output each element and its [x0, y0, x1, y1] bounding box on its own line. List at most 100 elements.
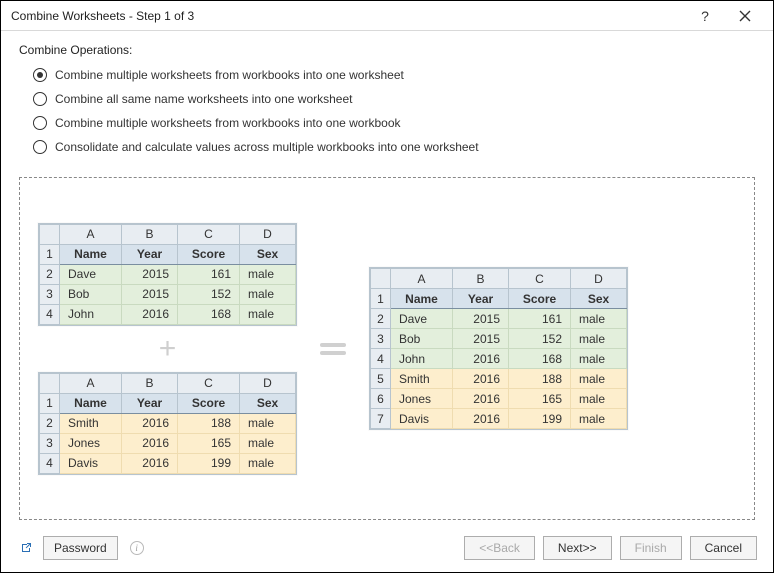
back-button: <<Back [464, 536, 535, 560]
cell: 161 [178, 264, 240, 284]
cell: 2016 [122, 413, 178, 433]
equals-icon [303, 343, 363, 355]
radio-group: Combine multiple worksheets from workboo… [33, 63, 755, 159]
table-header: Score [509, 289, 571, 309]
radio-option-3[interactable]: Consolidate and calculate values across … [33, 135, 755, 159]
close-button[interactable] [725, 2, 765, 30]
cell: 152 [509, 329, 571, 349]
preview-panel: ABCD1NameYearScoreSex2Dave2015161male3Bo… [19, 177, 755, 520]
table-header: Year [122, 393, 178, 413]
section-label: Combine Operations: [19, 43, 755, 57]
table-row: 4John2016168male [40, 304, 296, 324]
table-row: 2Smith2016188male [40, 413, 296, 433]
table-header: Name [60, 393, 122, 413]
cell: 188 [178, 413, 240, 433]
table-row: 3Bob2015152male [371, 329, 627, 349]
left-stack: ABCD1NameYearScoreSex2Dave2015161male3Bo… [38, 223, 297, 475]
table-header: Sex [571, 289, 627, 309]
help-button[interactable]: ? [685, 2, 725, 30]
cell: Jones [391, 389, 453, 409]
col-header: D [240, 224, 296, 244]
radio-option-0[interactable]: Combine multiple worksheets from workboo… [33, 63, 755, 87]
radio-label: Combine multiple worksheets from workboo… [55, 68, 404, 82]
cell: male [571, 369, 627, 389]
table-header: Sex [240, 393, 296, 413]
table-row: 5Smith2016188male [371, 369, 627, 389]
password-button[interactable]: Password [43, 536, 118, 560]
content-area: Combine Operations: Combine multiple wor… [1, 31, 773, 528]
cell: John [60, 304, 122, 324]
source-sheet-1: ABCD1NameYearScoreSex2Dave2015161male3Bo… [38, 223, 297, 326]
cell: male [240, 453, 296, 473]
cell: 168 [178, 304, 240, 324]
table-row: 3Bob2015152male [40, 284, 296, 304]
cell: 165 [178, 433, 240, 453]
cell: Dave [391, 309, 453, 329]
table-header: Score [178, 244, 240, 264]
col-header: D [571, 269, 627, 289]
cell: 2016 [122, 304, 178, 324]
cell: male [571, 389, 627, 409]
radio-indicator [33, 140, 47, 154]
result-sheet: ABCD1NameYearScoreSex2Dave2015161male3Bo… [369, 267, 628, 430]
cell: John [391, 349, 453, 369]
cell: Dave [60, 264, 122, 284]
cell: 2015 [122, 284, 178, 304]
cell: 188 [509, 369, 571, 389]
cell: male [240, 264, 296, 284]
cell: 199 [178, 453, 240, 473]
cell: Bob [391, 329, 453, 349]
table-header: Year [453, 289, 509, 309]
info-icon[interactable]: i [130, 541, 144, 555]
col-header: C [178, 224, 240, 244]
radio-option-1[interactable]: Combine all same name worksheets into on… [33, 87, 755, 111]
dialog-window: Combine Worksheets - Step 1 of 3 ? Combi… [0, 0, 774, 573]
cancel-button[interactable]: Cancel [690, 536, 757, 560]
col-header: A [391, 269, 453, 289]
cell: 152 [178, 284, 240, 304]
col-header: A [60, 224, 122, 244]
cell: Bob [60, 284, 122, 304]
cell: male [240, 304, 296, 324]
finish-button: Finish [620, 536, 682, 560]
cell: male [571, 329, 627, 349]
cell: male [571, 409, 627, 429]
cell: male [240, 284, 296, 304]
radio-indicator [33, 68, 47, 82]
external-link-icon[interactable] [17, 539, 35, 557]
radio-label: Consolidate and calculate values across … [55, 140, 479, 154]
col-header: B [122, 224, 178, 244]
table-header: Sex [240, 244, 296, 264]
cell: Jones [60, 433, 122, 453]
cell: 2015 [453, 309, 509, 329]
source-sheet-2: ABCD1NameYearScoreSex2Smith2016188male3J… [38, 372, 297, 475]
footer: Password i <<Back Next>> Finish Cancel [1, 528, 773, 572]
col-header: A [60, 373, 122, 393]
radio-option-2[interactable]: Combine multiple worksheets from workboo… [33, 111, 755, 135]
plus-icon: + [148, 334, 188, 364]
table-header: Name [391, 289, 453, 309]
cell: Davis [391, 409, 453, 429]
cell: 2016 [453, 349, 509, 369]
window-title: Combine Worksheets - Step 1 of 3 [11, 9, 685, 23]
cell: Smith [391, 369, 453, 389]
next-button[interactable]: Next>> [543, 536, 612, 560]
radio-indicator [33, 116, 47, 130]
col-header: D [240, 373, 296, 393]
cell: 168 [509, 349, 571, 369]
titlebar: Combine Worksheets - Step 1 of 3 ? [1, 1, 773, 31]
cell: 2016 [453, 369, 509, 389]
table-row: 7Davis2016199male [371, 409, 627, 429]
table-row: 4Davis2016199male [40, 453, 296, 473]
col-header: C [178, 373, 240, 393]
table-row: 4John2016168male [371, 349, 627, 369]
cell: Davis [60, 453, 122, 473]
cell: male [571, 349, 627, 369]
cell: male [240, 433, 296, 453]
radio-indicator [33, 92, 47, 106]
table-header: Score [178, 393, 240, 413]
radio-label: Combine multiple worksheets from workboo… [55, 116, 401, 130]
col-header: C [509, 269, 571, 289]
cell: 165 [509, 389, 571, 409]
cell: 2015 [453, 329, 509, 349]
